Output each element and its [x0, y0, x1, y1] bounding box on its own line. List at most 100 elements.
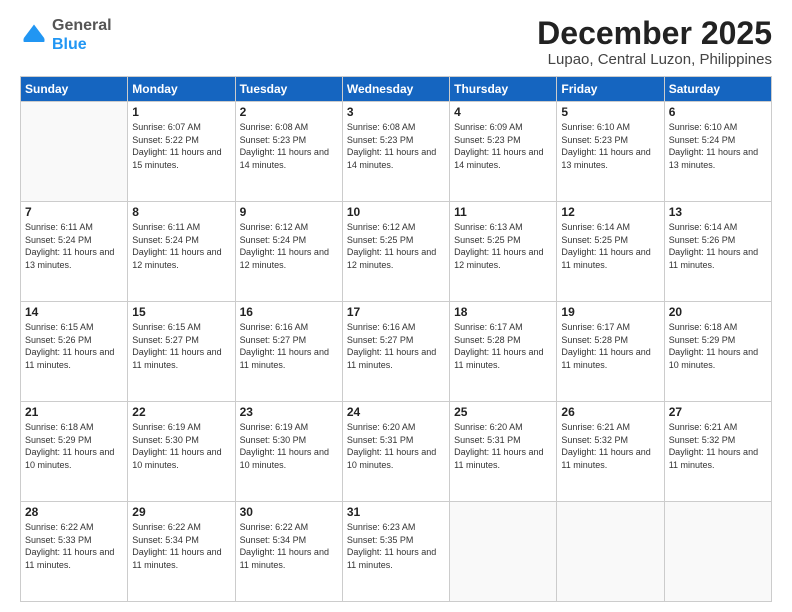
calendar-cell: 27Sunrise: 6:21 AM Sunset: 5:32 PM Dayli… — [664, 402, 771, 502]
calendar-weekday: Wednesday — [342, 77, 449, 102]
calendar-weekday: Saturday — [664, 77, 771, 102]
calendar-cell — [664, 502, 771, 602]
logo-general: General — [52, 17, 112, 34]
day-number: 20 — [669, 305, 767, 319]
day-number: 26 — [561, 405, 659, 419]
calendar-cell: 29 Sunrise: 6:22 AM Sunset: 5:34 PM Dayli… — [128, 502, 235, 602]
cell-info: Sunrise: 6:09 AM Sunset: 5:23 PM Dayligh… — [454, 121, 552, 171]
calendar-cell: 20Sunrise: 6:18 AM Sunset: 5:29 PM Dayli… — [664, 302, 771, 402]
day-number: 14 — [25, 305, 123, 319]
cell-info: Sunrise: 6:21 AM Sunset: 5:32 PM Dayligh… — [561, 421, 659, 471]
day-number: 15 — [132, 305, 230, 319]
cell-info: Sunrise: 6:19 AM Sunset: 5:30 PM Dayligh… — [240, 421, 338, 471]
day-number: 1 — [132, 105, 230, 119]
calendar-cell: 2 Sunrise: 6:08 AM Sunset: 5:23 PM Daylig… — [235, 102, 342, 202]
calendar-cell — [557, 502, 664, 602]
cell-info: Sunrise: 6:10 AM Sunset: 5:23 PM Dayligh… — [561, 121, 659, 171]
calendar-cell: 14Sunrise: 6:15 AM Sunset: 5:26 PM Dayli… — [21, 302, 128, 402]
calendar-cell — [21, 102, 128, 202]
day-number: 19 — [561, 305, 659, 319]
calendar-cell: 25 Sunrise: 6:20 AM Sunset: 5:31 PM Dayli… — [450, 402, 557, 502]
cell-info: Sunrise: 6:23 AM Sunset: 5:35 PM Dayligh… — [347, 521, 445, 571]
calendar-header-row: SundayMondayTuesdayWednesdayThursdayFrid… — [21, 77, 772, 102]
page-title: December 2025 — [537, 16, 772, 51]
calendar-cell: 7 Sunrise: 6:11 AM Sunset: 5:24 PM Daylig… — [21, 202, 128, 302]
cell-info: Sunrise: 6:10 AM Sunset: 5:24 PM Dayligh… — [669, 121, 767, 171]
calendar-table: SundayMondayTuesdayWednesdayThursdayFrid… — [20, 76, 772, 602]
cell-info: Sunrise: 6:18 AM Sunset: 5:29 PM Dayligh… — [25, 421, 123, 471]
day-number: 28 — [25, 505, 123, 519]
day-number: 16 — [240, 305, 338, 319]
calendar-cell: 26 Sunrise: 6:21 AM Sunset: 5:32 PM Dayli… — [557, 402, 664, 502]
cell-info: Sunrise: 6:14 AM Sunset: 5:26 PM Dayligh… — [669, 221, 767, 271]
calendar-cell: 1 Sunrise: 6:07 AM Sunset: 5:22 PM Daylig… — [128, 102, 235, 202]
cell-info: Sunrise: 6:12 AM Sunset: 5:25 PM Dayligh… — [347, 221, 445, 271]
calendar-cell: 4 Sunrise: 6:09 AM Sunset: 5:23 PM Daylig… — [450, 102, 557, 202]
day-number: 23 — [240, 405, 338, 419]
day-number: 29 — [132, 505, 230, 519]
calendar-weekday: Friday — [557, 77, 664, 102]
calendar-cell: 31 Sunrise: 6:23 AM Sunset: 5:35 PM Dayli… — [342, 502, 449, 602]
calendar-cell — [450, 502, 557, 602]
calendar-cell: 18Sunrise: 6:17 AM Sunset: 5:28 PM Dayli… — [450, 302, 557, 402]
day-number: 13 — [669, 205, 767, 219]
day-number: 17 — [347, 305, 445, 319]
day-number: 22 — [132, 405, 230, 419]
day-number: 5 — [561, 105, 659, 119]
calendar-week-row: 14Sunrise: 6:15 AM Sunset: 5:26 PM Dayli… — [21, 302, 772, 402]
cell-info: Sunrise: 6:17 AM Sunset: 5:28 PM Dayligh… — [454, 321, 552, 371]
day-number: 12 — [561, 205, 659, 219]
cell-info: Sunrise: 6:12 AM Sunset: 5:24 PM Dayligh… — [240, 221, 338, 271]
calendar-weekday: Monday — [128, 77, 235, 102]
cell-info: Sunrise: 6:22 AM Sunset: 5:33 PM Dayligh… — [25, 521, 123, 571]
calendar-week-row: 21 Sunrise: 6:18 AM Sunset: 5:29 PM Dayli… — [21, 402, 772, 502]
cell-info: Sunrise: 6:20 AM Sunset: 5:31 PM Dayligh… — [347, 421, 445, 471]
cell-info: Sunrise: 6:16 AM Sunset: 5:27 PM Dayligh… — [347, 321, 445, 371]
calendar-weekday: Tuesday — [235, 77, 342, 102]
cell-info: Sunrise: 6:22 AM Sunset: 5:34 PM Dayligh… — [132, 521, 230, 571]
day-number: 2 — [240, 105, 338, 119]
day-number: 3 — [347, 105, 445, 119]
calendar-cell: 9Sunrise: 6:12 AM Sunset: 5:24 PM Daylig… — [235, 202, 342, 302]
calendar-cell: 17 Sunrise: 6:16 AM Sunset: 5:27 PM Dayli… — [342, 302, 449, 402]
cell-info: Sunrise: 6:08 AM Sunset: 5:23 PM Dayligh… — [240, 121, 338, 171]
cell-info: Sunrise: 6:07 AM Sunset: 5:22 PM Dayligh… — [132, 121, 230, 171]
calendar-weekday: Thursday — [450, 77, 557, 102]
title-block: December 2025 Lupao, Central Luzon, Phil… — [537, 16, 772, 68]
calendar-cell: 19 Sunrise: 6:17 AM Sunset: 5:28 PM Dayli… — [557, 302, 664, 402]
calendar-cell: 21 Sunrise: 6:18 AM Sunset: 5:29 PM Dayli… — [21, 402, 128, 502]
day-number: 21 — [25, 405, 123, 419]
calendar-cell: 11Sunrise: 6:13 AM Sunset: 5:25 PM Dayli… — [450, 202, 557, 302]
cell-info: Sunrise: 6:08 AM Sunset: 5:23 PM Dayligh… — [347, 121, 445, 171]
cell-info: Sunrise: 6:22 AM Sunset: 5:34 PM Dayligh… — [240, 521, 338, 571]
calendar-cell: 23 Sunrise: 6:19 AM Sunset: 5:30 PM Dayli… — [235, 402, 342, 502]
calendar-cell: 28 Sunrise: 6:22 AM Sunset: 5:33 PM Dayli… — [21, 502, 128, 602]
calendar-cell: 6 Sunrise: 6:10 AM Sunset: 5:24 PM Daylig… — [664, 102, 771, 202]
calendar-cell: 22Sunrise: 6:19 AM Sunset: 5:30 PM Dayli… — [128, 402, 235, 502]
cell-info: Sunrise: 6:11 AM Sunset: 5:24 PM Dayligh… — [132, 221, 230, 271]
calendar-cell: 15Sunrise: 6:15 AM Sunset: 5:27 PM Dayli… — [128, 302, 235, 402]
cell-info: Sunrise: 6:11 AM Sunset: 5:24 PM Dayligh… — [25, 221, 123, 271]
day-number: 8 — [132, 205, 230, 219]
day-number: 11 — [454, 205, 552, 219]
cell-info: Sunrise: 6:14 AM Sunset: 5:25 PM Dayligh… — [561, 221, 659, 271]
calendar-cell: 3 Sunrise: 6:08 AM Sunset: 5:23 PM Daylig… — [342, 102, 449, 202]
day-number: 24 — [347, 405, 445, 419]
calendar-cell: 8 Sunrise: 6:11 AM Sunset: 5:24 PM Daylig… — [128, 202, 235, 302]
calendar-cell: 13 Sunrise: 6:14 AM Sunset: 5:26 PM Dayli… — [664, 202, 771, 302]
day-number: 4 — [454, 105, 552, 119]
calendar-cell: 5 Sunrise: 6:10 AM Sunset: 5:23 PM Daylig… — [557, 102, 664, 202]
day-number: 7 — [25, 205, 123, 219]
day-number: 30 — [240, 505, 338, 519]
page-subtitle: Lupao, Central Luzon, Philippines — [537, 51, 772, 68]
page: General Blue December 2025 Lupao, Centra… — [0, 0, 792, 612]
day-number: 25 — [454, 405, 552, 419]
cell-info: Sunrise: 6:17 AM Sunset: 5:28 PM Dayligh… — [561, 321, 659, 371]
cell-info: Sunrise: 6:21 AM Sunset: 5:32 PM Dayligh… — [669, 421, 767, 471]
day-number: 6 — [669, 105, 767, 119]
cell-info: Sunrise: 6:20 AM Sunset: 5:31 PM Dayligh… — [454, 421, 552, 471]
calendar-cell: 24 Sunrise: 6:20 AM Sunset: 5:31 PM Dayli… — [342, 402, 449, 502]
calendar-week-row: 7 Sunrise: 6:11 AM Sunset: 5:24 PM Daylig… — [21, 202, 772, 302]
logo-text: General Blue — [52, 16, 112, 54]
day-number: 31 — [347, 505, 445, 519]
